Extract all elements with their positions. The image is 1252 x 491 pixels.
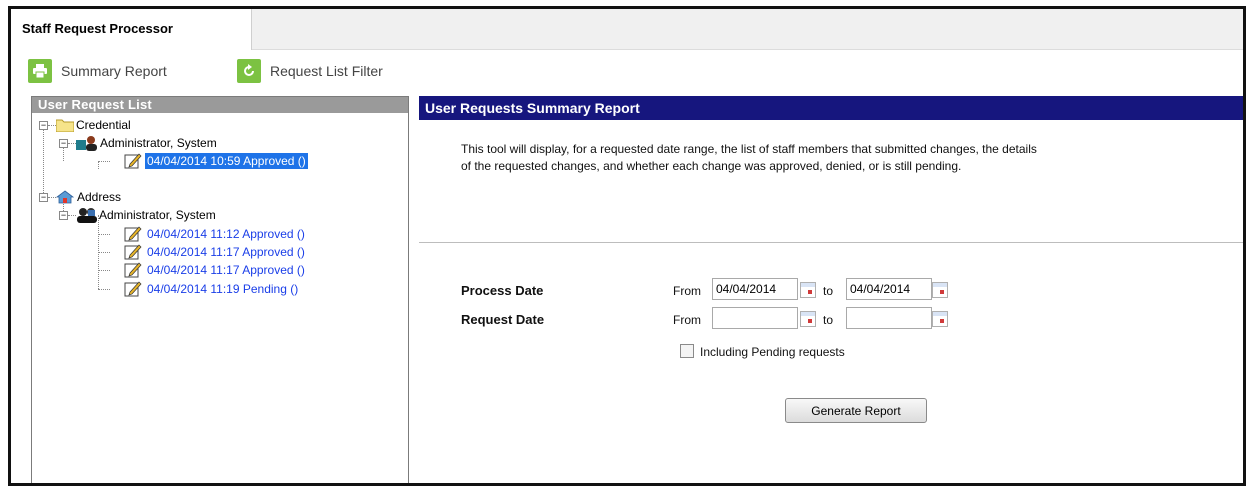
edit-note-icon: [124, 244, 142, 260]
tree-node-label: Credential: [76, 118, 131, 132]
process-date-label: Process Date: [461, 283, 544, 298]
folder-icon: [55, 118, 75, 133]
process-date-from-input[interactable]: [712, 278, 798, 300]
collapse-toggle[interactable]: −: [39, 121, 48, 130]
request-item[interactable]: 04/04/2014 11:12 Approved (): [124, 225, 307, 243]
edit-note-icon: [124, 226, 142, 242]
user-group-icon: [76, 207, 98, 223]
collapse-toggle[interactable]: −: [59, 139, 68, 148]
process-date-to-label: to: [823, 284, 834, 298]
printer-icon: [28, 59, 52, 83]
calendar-icon[interactable]: [932, 282, 948, 298]
house-icon: [55, 190, 75, 204]
tree-node-label: Address: [77, 190, 122, 204]
description-line: of the requested changes, and whether ea…: [461, 159, 962, 173]
toolbar: Summary Report Request List Filter: [11, 50, 1243, 90]
tree-connector: [98, 234, 110, 235]
description-line: This tool will display, for a requested …: [461, 142, 1037, 156]
tree-connector: [98, 252, 110, 253]
tree-node-label: Administrator, System: [99, 208, 216, 222]
request-item[interactable]: 04/04/2014 10:59 Approved (): [124, 152, 308, 170]
tree-connector: [98, 270, 110, 271]
tree-connector: [48, 197, 56, 198]
tree-node-credential[interactable]: Credential: [55, 116, 131, 134]
request-item-label: 04/04/2014 11:17 Approved (): [147, 245, 305, 259]
include-pending-checkbox[interactable]: [680, 344, 694, 358]
edit-note-icon: [124, 262, 142, 278]
refresh-icon: [237, 59, 261, 83]
report-description: This tool will display, for a requested …: [461, 141, 1221, 175]
tree-connector: [68, 143, 76, 144]
tree-connector: [98, 161, 110, 162]
request-item[interactable]: 04/04/2014 11:17 Approved (): [124, 261, 307, 279]
user-request-list-title: User Request List: [32, 97, 408, 113]
request-list-filter-label: Request List Filter: [270, 63, 383, 79]
tree-connector: [98, 289, 110, 290]
summary-report-button[interactable]: Summary Report: [28, 59, 167, 83]
edit-note-icon: [124, 153, 142, 169]
request-item-label: 04/04/2014 10:59 Approved (): [145, 153, 308, 169]
request-item-label: 04/04/2014 11:12 Approved (): [147, 227, 305, 241]
tree-connector: [48, 125, 56, 126]
tab-strip: Staff Request Processor: [11, 9, 1243, 50]
request-list-filter-button[interactable]: Request List Filter: [237, 59, 383, 83]
divider: [419, 242, 1243, 243]
tree-node-label: Administrator, System: [100, 136, 217, 150]
request-date-to-input[interactable]: [846, 307, 932, 329]
tree-connector: [68, 215, 76, 216]
generate-report-button[interactable]: Generate Report: [785, 398, 927, 423]
app-window: Staff Request Processor Summary Report R…: [8, 6, 1246, 486]
summary-report-label: Summary Report: [61, 63, 167, 79]
tree-node-address[interactable]: Address: [55, 188, 122, 206]
request-date-from-input[interactable]: [712, 307, 798, 329]
include-pending-label: Including Pending requests: [700, 345, 845, 359]
tree-node-user[interactable]: Administrator, System: [76, 206, 216, 224]
summary-report-title: User Requests Summary Report: [419, 96, 1243, 120]
tree-connector: [43, 125, 44, 197]
request-date-label: Request Date: [461, 312, 545, 327]
calendar-icon[interactable]: [800, 282, 816, 298]
user-request-list-pane: User Request List − Credential − Adminis…: [31, 96, 409, 483]
request-item-label: 04/04/2014 11:19 Pending (): [147, 282, 299, 296]
request-date-to-label: to: [823, 313, 834, 327]
collapse-toggle[interactable]: −: [59, 211, 68, 220]
summary-report-pane: User Requests Summary Report This tool w…: [419, 96, 1243, 483]
process-date-from-label: From: [673, 284, 701, 298]
request-item-label: 04/04/2014 11:17 Approved (): [147, 263, 305, 277]
tree-connector: [98, 161, 99, 169]
user-icon: [76, 135, 98, 151]
tree-node-user[interactable]: Administrator, System: [76, 134, 217, 152]
calendar-icon[interactable]: [932, 311, 948, 327]
request-item[interactable]: 04/04/2014 11:19 Pending (): [124, 280, 300, 298]
request-date-from-label: From: [673, 313, 701, 327]
process-date-to-input[interactable]: [846, 278, 932, 300]
tab-staff-request-processor[interactable]: Staff Request Processor: [11, 9, 252, 50]
edit-note-icon: [124, 281, 142, 297]
collapse-toggle[interactable]: −: [39, 193, 48, 202]
calendar-icon[interactable]: [800, 311, 816, 327]
request-item[interactable]: 04/04/2014 11:17 Approved (): [124, 243, 307, 261]
